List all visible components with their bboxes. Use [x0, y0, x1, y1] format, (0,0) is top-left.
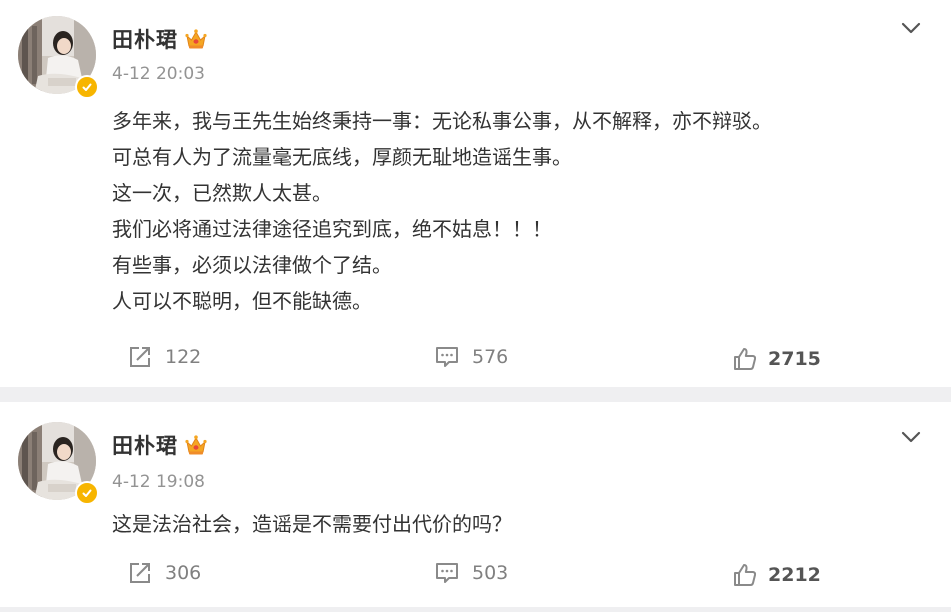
post-text-line: 这一次，已然欺人太甚。 — [112, 181, 332, 205]
author-name[interactable]: 田朴珺 — [112, 430, 178, 460]
comment-button[interactable]: 503 — [434, 558, 508, 588]
like-button[interactable]: 2212 — [732, 560, 821, 590]
crown-icon — [184, 434, 208, 456]
like-button[interactable]: 2715 — [732, 344, 821, 374]
post-time[interactable]: 4-12 19:08 — [112, 472, 205, 492]
comment-icon — [434, 560, 460, 586]
avatar[interactable] — [18, 16, 99, 99]
post-text-line: 我们必将通过法律途径追究到底，绝不姑息！！！ — [112, 217, 552, 241]
post-text-line: 有些事，必须以法律做个了结。 — [112, 253, 392, 277]
repost-button[interactable]: 122 — [127, 342, 201, 372]
crown-icon — [184, 28, 208, 50]
chevron-down-icon[interactable] — [900, 20, 922, 36]
like-count: 2715 — [768, 348, 821, 370]
repost-icon — [127, 344, 153, 370]
author-row: 田朴珺 — [112, 430, 208, 460]
post-card: 田朴珺 4-12 19:08 这是法治社会，造谣是不需要付出代价的吗？ 306 … — [0, 402, 951, 607]
post-body: 多年来，我与王先生始终秉持一事：无论私事公事，从不解释，亦不辩驳。 可总有人为了… — [112, 103, 912, 319]
author-row: 田朴珺 — [112, 24, 208, 54]
post-text-line: 多年来，我与王先生始终秉持一事：无论私事公事，从不解释，亦不辩驳。 — [112, 109, 772, 133]
thumbs-up-icon — [732, 562, 758, 588]
post-card: 田朴珺 4-12 20:03 多年来，我与王先生始终秉持一事：无论私事公事，从不… — [0, 0, 951, 387]
comment-count: 503 — [472, 562, 509, 584]
post-text-line: 人可以不聪明，但不能缺德。 — [112, 289, 372, 313]
post-text-line: 可总有人为了流量毫无底线，厚颜无耻地造谣生事。 — [112, 145, 572, 169]
comment-count: 576 — [472, 346, 509, 368]
avatar[interactable] — [18, 422, 99, 505]
repost-count: 122 — [165, 346, 202, 368]
verified-badge-icon — [75, 481, 99, 505]
thumbs-up-icon — [732, 346, 758, 372]
repost-count: 306 — [165, 562, 202, 584]
author-name[interactable]: 田朴珺 — [112, 24, 178, 54]
repost-button[interactable]: 306 — [127, 558, 201, 588]
verified-badge-icon — [75, 75, 99, 99]
comment-button[interactable]: 576 — [434, 342, 508, 372]
post-text-line: 这是法治社会，造谣是不需要付出代价的吗？ — [112, 512, 512, 536]
comment-icon — [434, 344, 460, 370]
repost-icon — [127, 560, 153, 586]
like-count: 2212 — [768, 564, 821, 586]
post-body: 这是法治社会，造谣是不需要付出代价的吗？ — [112, 506, 912, 542]
post-time[interactable]: 4-12 20:03 — [112, 64, 205, 84]
chevron-down-icon[interactable] — [900, 429, 922, 445]
